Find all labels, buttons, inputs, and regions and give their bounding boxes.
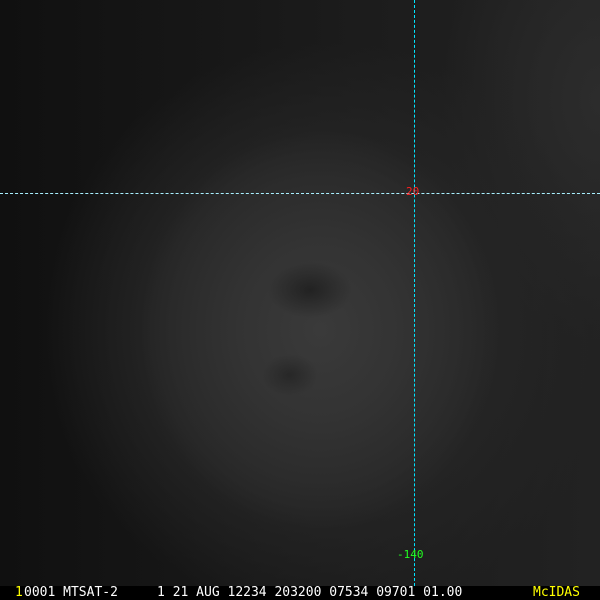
longitude-label: -140 [397,548,424,561]
longitude-gridline [414,0,415,586]
latitude-label: 20 [406,185,420,198]
frame-number: 1 [15,585,23,600]
mcidas-brand: McIDAS [533,585,580,600]
latitude-gridline [0,193,600,194]
status-bar: 1 0001 MTSAT-2 1 21 AUG 12234 203200 0753… [0,586,600,600]
hurricane-satellite-imagery [0,0,600,586]
satellite-image-view: 20 -140 1 0001 MTSAT-2 1 21 AUG 12234 203… [0,0,600,600]
image-info: 0001 MTSAT-2 1 21 AUG 12234 203200 07534… [24,585,463,600]
